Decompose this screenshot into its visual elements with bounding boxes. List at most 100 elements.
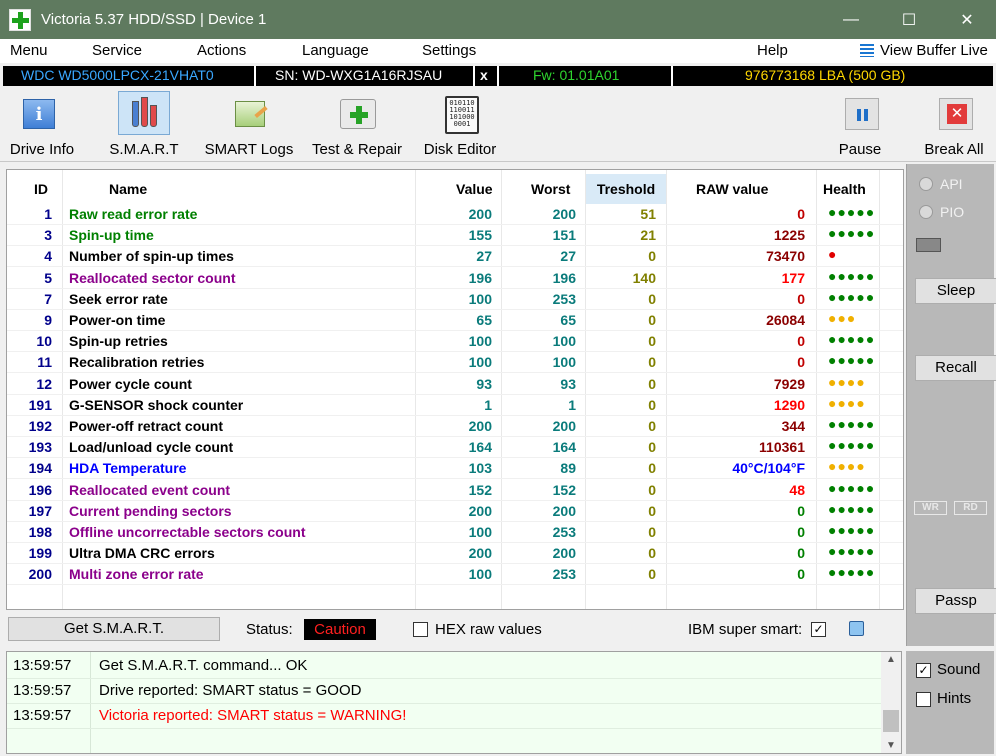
menu-menu[interactable]: Menu	[10, 42, 48, 59]
cell-health: ●●●●	[828, 373, 866, 390]
hex-raw-checkbox[interactable]	[413, 622, 428, 637]
pause-icon	[845, 98, 879, 130]
table-row[interactable]: 10 Spin-up retries 100 100 0 0 ●●●●●	[7, 331, 903, 353]
log-line: 13:59:57 Drive reported: SMART status = G…	[7, 679, 881, 704]
maximize-button[interactable]: ☐	[880, 0, 938, 39]
menu-service[interactable]: Service	[92, 42, 142, 59]
log-line: 13:59:57 Get S.M.A.R.T. command... OK	[7, 654, 881, 679]
test-tubes-icon	[118, 91, 170, 135]
toolbar: i Drive Info S.M.A.R.T SMART Logs Test &…	[0, 88, 996, 162]
passp-button[interactable]: Passp	[915, 588, 996, 614]
close-button[interactable]: ✕	[938, 0, 996, 39]
drive-serial: SN: WD-WXG1A16RJSAU	[275, 67, 443, 83]
chevron-up-icon[interactable]: ▲	[881, 654, 901, 665]
header-worst[interactable]: Worst	[531, 181, 570, 197]
ibm-super-smart-checkbox[interactable]: ✓	[811, 622, 826, 637]
cell-health: ●●●●●	[828, 225, 876, 242]
table-row[interactable]: 194 HDA Temperature 103 89 0 40°C/104°F ●●●●	[7, 458, 903, 480]
header-health[interactable]: Health	[823, 181, 866, 197]
smart-logs-button[interactable]: SMART Logs	[205, 91, 293, 158]
table-row[interactable]: 192 Power-off retract count 200 200 0 344 ●●●●…	[7, 416, 903, 437]
sound-checkbox[interactable]: ✓	[916, 663, 931, 678]
table-row[interactable]: 9 Power-on time 65 65 0 26084 ●●●	[7, 310, 903, 331]
table-row[interactable]: 5 Reallocated sector count 196 196 140 177 ●●●…	[7, 268, 903, 289]
menu-language[interactable]: Language	[302, 42, 369, 59]
table-row[interactable]: 12 Power cycle count 93 93 0 7929 ●●●●	[7, 374, 903, 395]
pio-label: PIO	[940, 204, 965, 220]
table-row[interactable]: 11 Recalibration retries 100 100 0 0 ●●●●●	[7, 352, 903, 374]
sound-hints-panel: ✓ Sound Hints	[906, 651, 994, 754]
menu-actions[interactable]: Actions	[197, 42, 246, 59]
copy-serial-button[interactable]: x	[480, 67, 488, 83]
api-radio[interactable]	[919, 177, 933, 191]
pio-radio[interactable]	[919, 205, 933, 219]
cell-raw: 0	[797, 524, 805, 540]
test-repair-label: Test & Repair	[311, 141, 403, 158]
disk-editor-button[interactable]: 010110 110011 101000 0001 Disk Editor	[424, 91, 496, 158]
drive-info-button[interactable]: i Drive Info	[10, 91, 74, 158]
pause-label: Pause	[838, 141, 882, 158]
drive-model: WDC WD5000LPCX-21VHAT0	[21, 67, 214, 83]
cell-health: ●●●●●	[828, 522, 876, 538]
cell-raw: 73470	[766, 248, 805, 265]
smart-logs-label: SMART Logs	[204, 141, 294, 158]
menu-settings[interactable]: Settings	[422, 42, 476, 59]
log-time: 13:59:57	[13, 682, 72, 699]
cell-raw: 344	[781, 418, 805, 434]
smart-button[interactable]: S.M.A.R.T	[109, 91, 179, 158]
table-row[interactable]: 7 Seek error rate 100 253 0 0 ●●●●●	[7, 289, 903, 310]
cell-raw: 1290	[773, 396, 805, 413]
header-value[interactable]: Value	[456, 181, 493, 197]
header-treshold[interactable]: Treshold	[586, 174, 666, 204]
table-row[interactable]: 191 G-SENSOR shock counter 1 1 0 1290 ●●●●	[7, 395, 903, 416]
table-row[interactable]: 3 Spin-up time 155 151 21 1225 ●●●●●	[7, 225, 903, 247]
right-panel: API PIO Sleep Recall WR RD Passp	[906, 164, 996, 646]
minimize-button[interactable]: —	[822, 0, 880, 39]
window-title: Victoria 5.37 HDD/SSD | Device 1	[41, 11, 267, 28]
cell-raw: 0	[797, 290, 805, 307]
disk-editor-label: Disk Editor	[423, 141, 497, 158]
log-message: Victoria reported: SMART status = WARNIN…	[99, 707, 407, 724]
cell-raw: 1225	[773, 227, 805, 244]
table-row[interactable]: 199 Ultra DMA CRC errors 200 200 0 0 ●●●●●	[7, 543, 903, 565]
chevron-down-icon[interactable]: ▼	[881, 740, 901, 751]
smart-table: ID Name Value Worst Treshold RAW value H…	[6, 169, 904, 610]
table-row[interactable]: 200 Multi zone error rate 100 253 0 0 ●●●●●	[7, 564, 903, 586]
cell-raw: 7929	[773, 375, 805, 392]
menu-help[interactable]: Help	[757, 42, 788, 59]
header-id[interactable]: ID	[34, 181, 48, 197]
color-indicator-icon[interactable]	[849, 621, 864, 636]
header-name[interactable]: Name	[109, 181, 147, 197]
first-aid-kit-icon	[340, 99, 376, 129]
cell-health: ●●●●	[828, 458, 866, 475]
cell-health: ●●●●●	[828, 204, 876, 220]
break-all-button[interactable]: ✕ Break All	[924, 91, 984, 158]
cell-health: ●●●●●	[828, 267, 876, 284]
log-message: Drive reported: SMART status = GOOD	[99, 682, 362, 699]
table-row[interactable]: 196 Reallocated event count 152 152 0 48 ●●●●●	[7, 480, 903, 501]
table-row[interactable]: 198 Offline uncorrectable sectors count 10…	[7, 522, 903, 543]
pause-button[interactable]: Pause	[834, 91, 886, 158]
hints-checkbox[interactable]	[916, 692, 931, 707]
table-row[interactable]: 197 Current pending sectors 200 200 0 0 ●●●●●	[7, 501, 903, 522]
scroll-thumb[interactable]	[883, 710, 899, 732]
test-repair-button[interactable]: Test & Repair	[312, 91, 402, 158]
sleep-button[interactable]: Sleep	[915, 278, 996, 304]
get-smart-button[interactable]: Get S.M.A.R.T.	[8, 617, 220, 641]
view-buffer-live-button[interactable]: View Buffer Live	[860, 42, 988, 59]
cell-health: ●●●●●	[828, 479, 876, 496]
recall-button[interactable]: Recall	[915, 355, 996, 381]
log-message: Get S.M.A.R.T. command... OK	[99, 657, 308, 674]
header-raw[interactable]: RAW value	[696, 181, 768, 197]
table-row[interactable]: 4 Number of spin-up times 27 27 0 73470 ●	[7, 246, 903, 268]
cell-raw: 110361	[759, 439, 805, 456]
cell-raw: 0	[797, 206, 805, 222]
cell-raw: 0	[797, 333, 805, 350]
drive-info-label: Drive Info	[9, 141, 75, 158]
wr-indicator: WR	[914, 501, 947, 515]
log-scrollbar[interactable]: ▲ ▼	[881, 652, 901, 753]
cell-health: ●●●●●	[828, 564, 876, 581]
cell-health: ●●●●●	[828, 543, 876, 560]
table-row[interactable]: 193 Load/unload cycle count 164 164 0 110361 ●…	[7, 437, 903, 459]
table-row[interactable]: 1 Raw read error rate 200 200 51 0 ●●●●●	[7, 204, 903, 225]
